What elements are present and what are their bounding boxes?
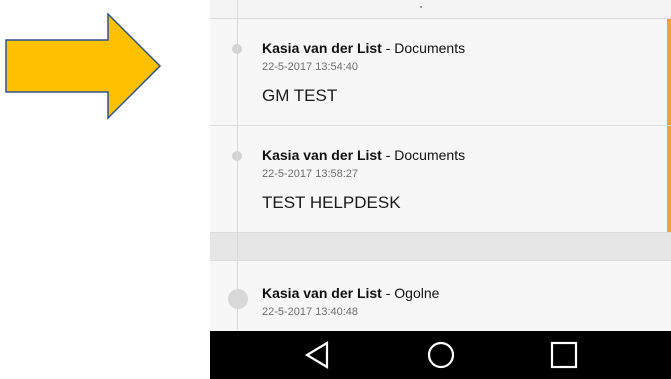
entry-separator: -	[381, 40, 395, 56]
timeline-entry[interactable]: Kasia van der List - Ogolne 22-5-2017 13…	[210, 261, 671, 331]
entry-category: Documents	[394, 147, 466, 163]
timeline-dot-icon	[228, 289, 248, 309]
home-circle-icon	[427, 341, 455, 369]
entry-author: Kasia van der List	[262, 147, 382, 163]
entry-separator: -	[381, 147, 395, 163]
entry-header: Kasia van der List - Ogolne	[262, 285, 439, 301]
entry-author: Kasia van der List	[262, 285, 382, 301]
entry-message: GM TEST	[262, 86, 338, 105]
entry-author: Kasia van der List	[262, 40, 382, 56]
previous-entry-stub	[210, 0, 671, 19]
timeline-entry[interactable]: Kasia van der List - Documents 22-5-2017…	[210, 126, 671, 233]
entry-message: TEST HELPDESK	[262, 193, 401, 212]
entry-header: Kasia van der List - Documents	[262, 147, 465, 163]
right-arrow-annotation-icon	[5, 12, 162, 120]
entry-timestamp: 22-5-2017 13:40:48	[262, 306, 359, 318]
entry-timestamp: 22-5-2017 13:58:27	[262, 168, 359, 180]
entry-category: Ogolne	[394, 285, 440, 301]
entry-separator: -	[381, 285, 395, 301]
android-navigation-bar	[210, 331, 671, 379]
entry-timestamp: 22-5-2017 13:54:40	[262, 61, 359, 73]
back-triangle-icon	[304, 341, 329, 369]
home-button[interactable]	[421, 339, 461, 371]
entry-category: Documents	[394, 40, 466, 56]
group-separator	[210, 233, 671, 261]
recent-apps-square-icon	[550, 341, 578, 369]
back-button[interactable]	[298, 339, 338, 371]
phone-screen: Kasia van der List - Documents 22-5-2017…	[210, 0, 671, 379]
timeline-line	[237, 0, 238, 330]
stub-mark	[420, 6, 422, 8]
recent-apps-button[interactable]	[544, 339, 584, 371]
screenshot-stage: Kasia van der List - Documents 22-5-2017…	[0, 0, 671, 379]
timeline-entry[interactable]: Kasia van der List - Documents 22-5-2017…	[210, 19, 671, 126]
entry-header: Kasia van der List - Documents	[262, 40, 465, 56]
